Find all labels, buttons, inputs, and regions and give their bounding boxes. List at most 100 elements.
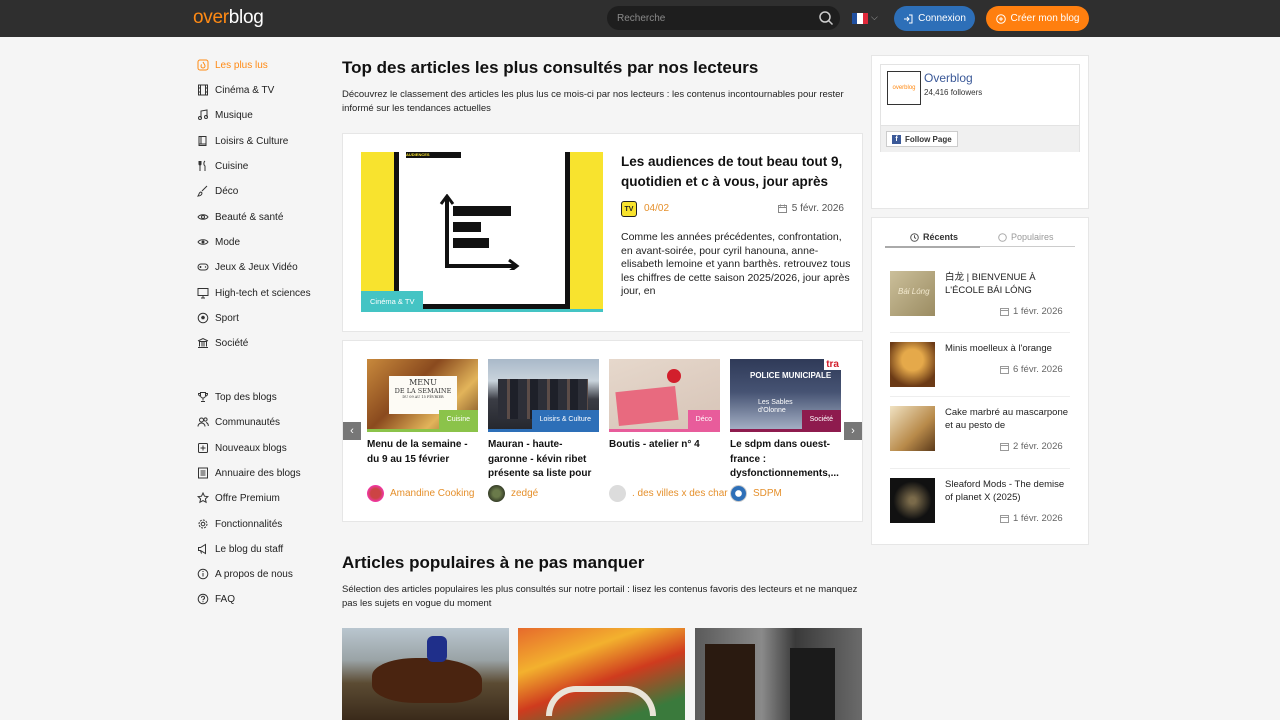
- carousel-image[interactable]: MENU DE LA SEMAINE DU 09 AU 15 FÉVRIER C…: [367, 359, 478, 432]
- sidebar-item-sport[interactable]: Sport: [197, 312, 239, 324]
- news-badge: tra: [824, 359, 841, 370]
- chevron-down-icon[interactable]: ⌵: [871, 12, 878, 23]
- recent-thumbnail[interactable]: [890, 478, 935, 523]
- recent-thumbnail[interactable]: Bái Lóng: [890, 271, 935, 316]
- recent-item-title[interactable]: 白龙 | BIENVENUE À L'ÉCOLE BÁI LÓNG: [945, 271, 1070, 297]
- top-articles-title: Top des articles les plus consultés par …: [342, 58, 759, 77]
- recent-item[interactable]: Bái Lóng 白龙 | BIENVENUE À L'ÉCOLE BÁI LÓ…: [890, 271, 1070, 331]
- calendar-icon: [1000, 515, 1009, 523]
- follow-page-button[interactable]: f Follow Page: [886, 131, 958, 147]
- users-icon: [197, 417, 209, 427]
- sidebar-link-communautes[interactable]: Communautés: [197, 416, 280, 428]
- category-tag[interactable]: Déco: [687, 410, 720, 429]
- sidebar-item-jeux[interactable]: Jeux & Jeux Vidéo: [197, 261, 298, 273]
- tab-populaires[interactable]: Populaires: [998, 232, 1054, 242]
- recent-item[interactable]: Minis moelleux à l'orange 6 févr. 2026: [890, 342, 1070, 402]
- category-tag[interactable]: Cuisine: [438, 410, 478, 429]
- sidebar-link-top-blogs[interactable]: Top des blogs: [197, 391, 277, 403]
- recent-item[interactable]: Sleaford Mods - The demise of planet X (…: [890, 478, 1070, 538]
- recent-thumbnail[interactable]: [890, 406, 935, 451]
- carousel-prev-button[interactable]: ‹: [343, 422, 361, 440]
- carousel-author[interactable]: . des villes x des char: [609, 485, 729, 502]
- search-input[interactable]: [617, 9, 807, 27]
- sidebar-item-musique[interactable]: Musique: [197, 109, 253, 121]
- create-blog-button[interactable]: Créer mon blog: [986, 6, 1089, 31]
- sidebar-link-fonctionnalites[interactable]: Fonctionnalités: [197, 518, 282, 530]
- sidebar-link-nouveaux-blogs[interactable]: Nouveaux blogs: [197, 442, 287, 454]
- login-button[interactable]: Connexion: [894, 6, 975, 31]
- sidebar-item-loisirs-culture[interactable]: Loisirs & Culture: [197, 135, 288, 147]
- sidebar-item-mode[interactable]: Mode: [197, 236, 240, 248]
- calendar-icon: [1000, 366, 1009, 374]
- sidebar-link-annuaire[interactable]: Annuaire des blogs: [197, 467, 301, 479]
- carousel-author[interactable]: SDPM: [730, 485, 850, 502]
- tab-recents[interactable]: Récents: [910, 232, 958, 242]
- overblog-page-logo[interactable]: overblog: [887, 71, 921, 105]
- featured-article-title[interactable]: Les audiences de tout beau tout 9, quoti…: [621, 152, 846, 192]
- sidebar-link-label: Communautés: [215, 416, 281, 428]
- sidebar-link-faq[interactable]: FAQ: [197, 593, 235, 605]
- category-tag[interactable]: Loisirs & Culture: [531, 410, 599, 429]
- sidebar-link-a-propos[interactable]: A propos de nous: [197, 568, 293, 580]
- author-name: Amandine Cooking: [390, 488, 475, 499]
- question-icon: [197, 593, 209, 605]
- horse-shape: [705, 644, 755, 720]
- featured-article-card[interactable]: AUDIENCES Cinéma & TV Les audiences de t…: [342, 133, 863, 332]
- carousel-item[interactable]: MENU DE LA SEMAINE DU 09 AU 15 FÉVRIER C…: [367, 359, 478, 502]
- carousel-item[interactable]: Déco Boutis - atelier n° 4 . des villes …: [609, 359, 728, 502]
- plus-circle-icon: [995, 13, 1006, 24]
- sidebar-link-premium[interactable]: Offre Premium: [197, 492, 280, 504]
- carousel-image[interactable]: Loisirs & Culture: [488, 359, 599, 432]
- fire-icon: [197, 59, 209, 71]
- recent-item[interactable]: Cake marbré au mascarpone et au pesto de…: [890, 406, 1070, 466]
- carousel-item[interactable]: POLICE MUNICIPALE tra Les Sables d'Olonn…: [730, 359, 841, 502]
- recent-thumbnail[interactable]: [890, 342, 935, 387]
- carousel-item-title[interactable]: Menu de la semaine - du 9 au 15 février: [367, 438, 478, 481]
- sidebar-item-cuisine[interactable]: Cuisine: [197, 160, 248, 172]
- sidebar-item-label: Musique: [215, 109, 253, 121]
- sidebar-link-blog-staff[interactable]: Le blog du staff: [197, 543, 283, 555]
- popular-article-image[interactable]: [518, 628, 685, 720]
- carousel-item-title[interactable]: Le sdpm dans ouest-france : dysfonctionn…: [730, 438, 841, 481]
- sidebar-item-beaute-sante[interactable]: Beauté & santé: [197, 211, 283, 223]
- recent-item-date: 1 févr. 2026: [1000, 306, 1063, 317]
- book-icon: [198, 136, 207, 146]
- town-sign-text: Les Sables d'Olonne: [758, 399, 793, 414]
- sidebar-item-societe[interactable]: Société: [197, 337, 248, 349]
- sidebar-item-deco[interactable]: Déco: [197, 185, 238, 197]
- popular-article-image[interactable]: [342, 628, 509, 720]
- sidebar-item-high-tech[interactable]: High-tech et sciences: [197, 287, 311, 299]
- recent-item-title[interactable]: Minis moelleux à l'orange: [945, 342, 1070, 355]
- login-label: Connexion: [918, 13, 966, 24]
- featured-article-excerpt: Comme les années précédentes, confrontat…: [621, 231, 851, 297]
- sidebar-item-cinema-tv[interactable]: Cinéma & TV: [197, 84, 274, 96]
- carousel-item[interactable]: Loisirs & Culture Mauran - haute-garonne…: [488, 359, 599, 502]
- carousel-item-title[interactable]: Mauran - haute-garonne - kévin ribet pré…: [488, 438, 599, 481]
- category-tag[interactable]: Cinéma & TV: [361, 291, 424, 312]
- overblog-logo[interactable]: overblog: [193, 7, 264, 29]
- follow-page-label: Follow Page: [905, 134, 952, 144]
- language-flag-icon[interactable]: [852, 13, 868, 24]
- fb-logo-text: overblog: [892, 85, 916, 91]
- star-icon: [197, 492, 209, 504]
- carousel-image[interactable]: Déco: [609, 359, 720, 432]
- featured-article-image[interactable]: AUDIENCES Cinéma & TV: [361, 152, 603, 312]
- category-tag[interactable]: Société: [801, 410, 841, 429]
- sidebar-item-les-plus-lus[interactable]: Les plus lus: [197, 59, 268, 71]
- recent-item-title[interactable]: Cake marbré au mascarpone et au pesto de: [945, 406, 1070, 432]
- facebook-page-name[interactable]: Overblog: [924, 71, 973, 85]
- carousel-author[interactable]: Amandine Cooking: [367, 485, 487, 502]
- carousel-author[interactable]: zedgé: [488, 485, 608, 502]
- search-box: [607, 6, 840, 30]
- menu-line2: DE LA SEMAINE: [394, 387, 452, 395]
- sidebar-item-label: Jeux & Jeux Vidéo: [215, 261, 298, 273]
- gear-icon: [198, 519, 208, 529]
- facebook-actions-bar: f Follow Page: [881, 125, 1079, 152]
- search-icon[interactable]: [818, 10, 834, 26]
- carousel-image[interactable]: POLICE MUNICIPALE tra Les Sables d'Olonn…: [730, 359, 841, 432]
- carousel-next-button[interactable]: ›: [844, 422, 862, 440]
- flame-icon: [998, 232, 1007, 242]
- recent-item-title[interactable]: Sleaford Mods - The demise of planet X (…: [945, 478, 1070, 504]
- carousel-item-title[interactable]: Boutis - atelier n° 4: [609, 438, 720, 481]
- popular-article-image[interactable]: [695, 628, 862, 720]
